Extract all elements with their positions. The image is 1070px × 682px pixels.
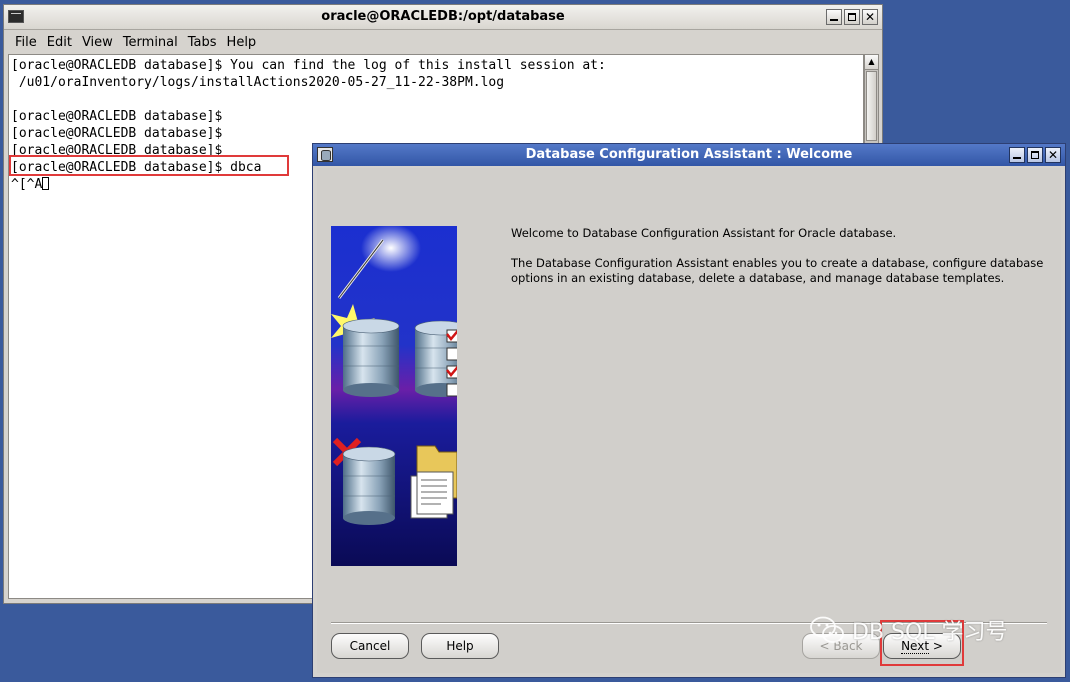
- maximize-button[interactable]: [844, 9, 860, 25]
- welcome-description: The Database Configuration Assistant ena…: [511, 256, 1044, 285]
- terminal-line: /u01/oraInventory/logs/installActions202…: [11, 75, 505, 90]
- dbca-title: Database Configuration Assistant : Welco…: [525, 147, 853, 162]
- menu-edit[interactable]: Edit: [44, 30, 79, 54]
- welcome-text: Welcome to Database Configuration Assist…: [511, 226, 1051, 301]
- scroll-up-arrow-icon[interactable]: ▲: [865, 55, 878, 70]
- cancel-button[interactable]: Cancel: [331, 633, 409, 659]
- dbca-titlebar[interactable]: Database Configuration Assistant : Welco…: [313, 144, 1065, 166]
- menu-tabs[interactable]: Tabs: [185, 30, 224, 54]
- dbca-command-highlight: [9, 155, 289, 176]
- minimize-button[interactable]: [826, 9, 842, 25]
- menu-terminal[interactable]: Terminal: [120, 30, 185, 54]
- terminal-line: [oracle@ORACLEDB database]$: [11, 126, 223, 141]
- menu-view[interactable]: View: [79, 30, 120, 54]
- terminal-title: oracle@ORACLEDB:/opt/database: [321, 9, 565, 24]
- dbca-maximize-button[interactable]: [1027, 147, 1043, 163]
- cancel-button-label: Cancel: [349, 639, 391, 653]
- close-button[interactable]: ✕: [862, 9, 878, 25]
- terminal-menubar: File Edit View Terminal Tabs Help: [4, 30, 882, 54]
- help-button[interactable]: Help: [421, 633, 499, 659]
- terminal-line: [oracle@ORACLEDB database]$: [11, 109, 223, 124]
- text-cursor: [42, 177, 50, 190]
- terminal-titlebar[interactable]: oracle@ORACLEDB:/opt/database ✕: [4, 5, 882, 30]
- dbca-minimize-button[interactable]: [1009, 147, 1025, 163]
- terminal-input-text: ^[^A: [11, 177, 43, 192]
- back-button-label: < Back: [819, 639, 863, 653]
- wizard-illustration: [331, 226, 457, 566]
- menu-file[interactable]: File: [12, 30, 44, 54]
- welcome-heading: Welcome to Database Configuration Assist…: [511, 226, 897, 240]
- next-button-highlight: [880, 620, 964, 666]
- dbca-close-button[interactable]: ✕: [1045, 147, 1061, 163]
- terminal-line: [oracle@ORACLEDB database]$ You can find…: [11, 58, 606, 73]
- back-button[interactable]: < Back: [802, 633, 880, 659]
- scrollbar-thumb[interactable]: [866, 71, 877, 141]
- dbca-dialog[interactable]: Database Configuration Assistant : Welco…: [312, 143, 1066, 678]
- dbca-content: Welcome to Database Configuration Assist…: [317, 168, 1061, 673]
- menu-help[interactable]: Help: [224, 30, 264, 54]
- help-button-label: Help: [446, 639, 474, 653]
